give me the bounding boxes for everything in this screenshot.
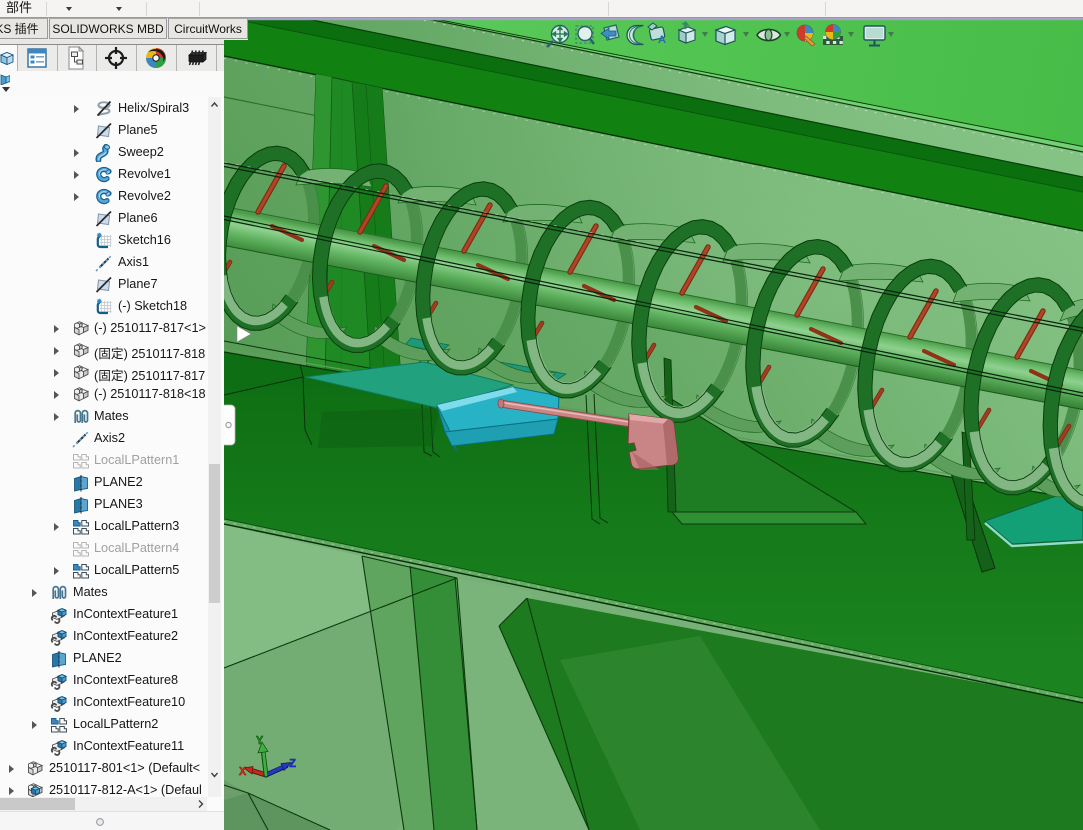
svg-text:Y: Y: [256, 734, 264, 748]
svg-text:X: X: [239, 765, 247, 779]
svg-text:Z: Z: [289, 757, 296, 771]
svg-text:A: A: [658, 34, 666, 46]
